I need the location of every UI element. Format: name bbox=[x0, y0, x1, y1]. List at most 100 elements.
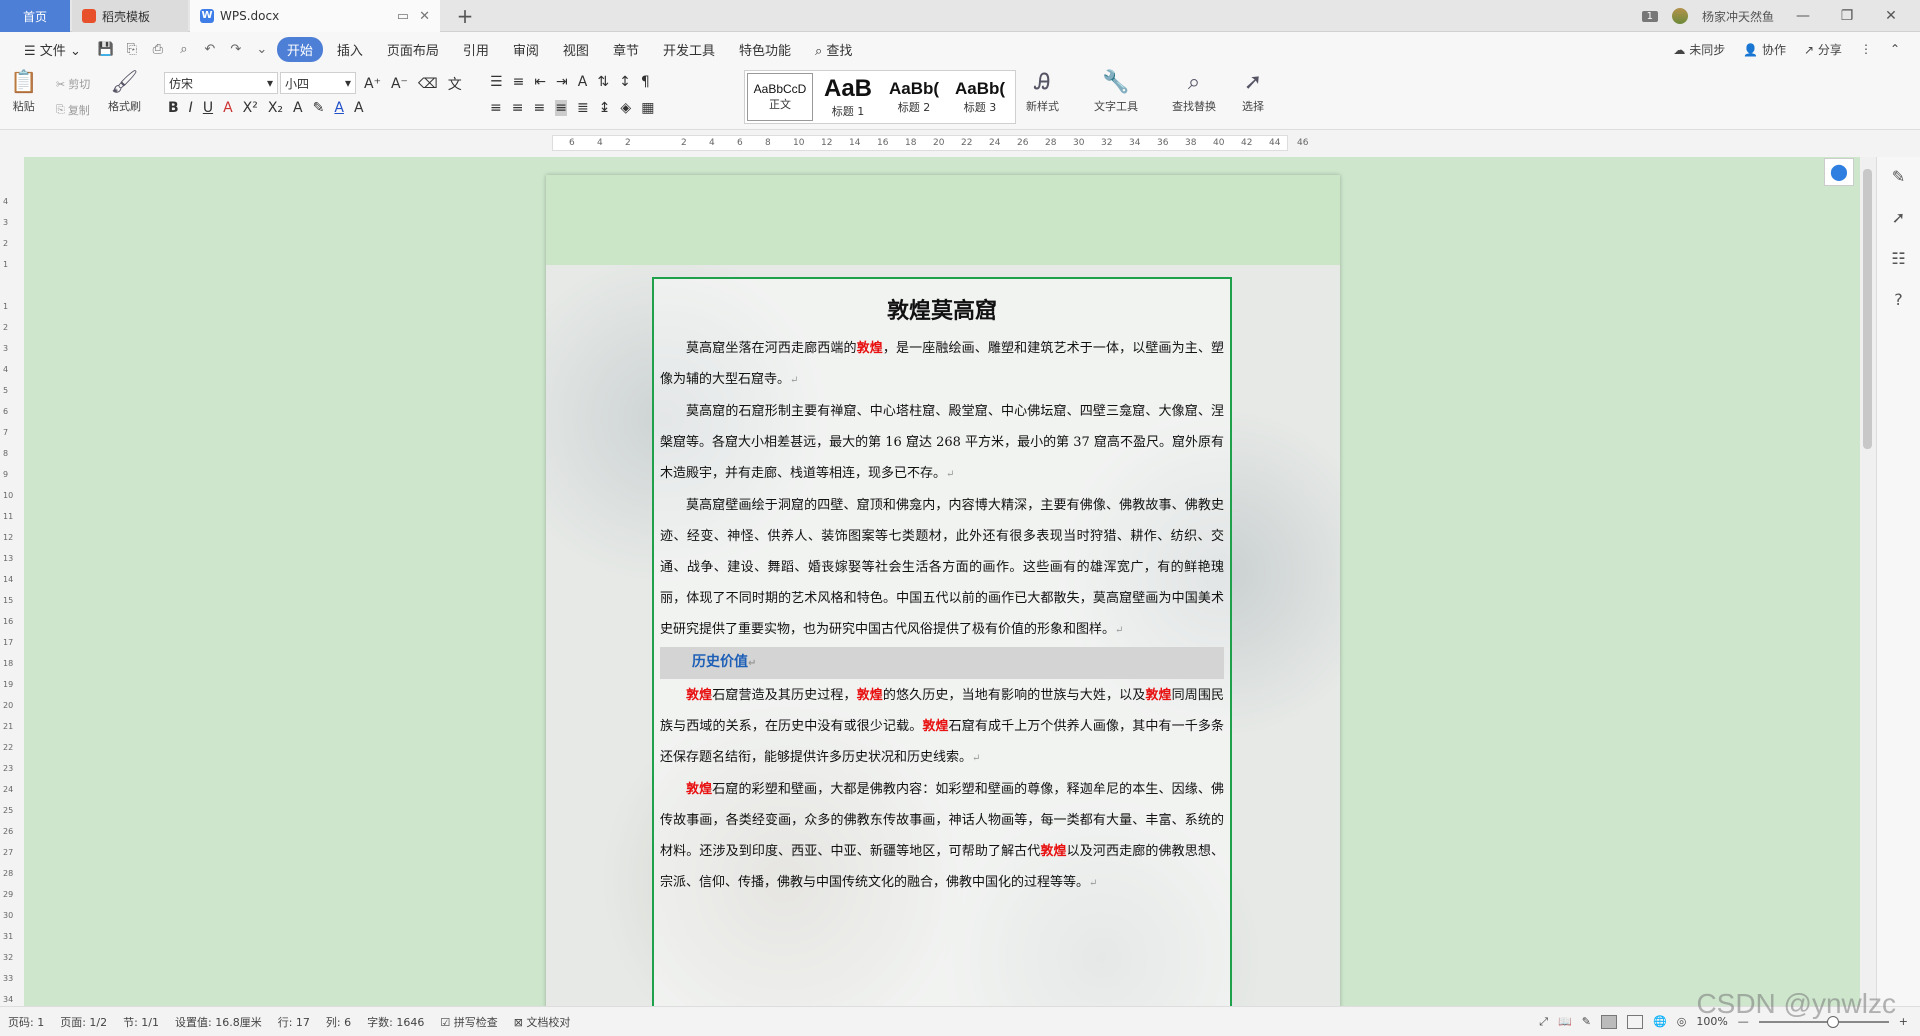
page-view-icon[interactable] bbox=[1601, 1014, 1618, 1029]
text-tools-button[interactable]: 🔧 文字工具 bbox=[1094, 68, 1138, 114]
align-center-icon[interactable]: ≡ bbox=[512, 100, 524, 116]
line-spacing-icon[interactable]: ↕ bbox=[619, 74, 631, 90]
text-effect-icon[interactable]: A bbox=[293, 100, 303, 116]
save-icon[interactable]: 💾 bbox=[95, 42, 117, 57]
file-menu[interactable]: ☰ 文件 ⌄ bbox=[14, 37, 91, 62]
bold-icon[interactable]: B bbox=[168, 100, 179, 116]
align-left-icon[interactable]: ≡ bbox=[490, 100, 502, 116]
find-replace-button[interactable]: ⌕ 查找替换 bbox=[1172, 68, 1216, 114]
border-icon[interactable]: ▦ bbox=[641, 100, 654, 116]
style-heading-3[interactable]: AaBb( 标题 3 bbox=[947, 71, 1013, 123]
scroll-thumb[interactable] bbox=[1863, 169, 1872, 449]
fullscreen-icon[interactable]: ⤢ bbox=[1539, 1015, 1548, 1029]
document-canvas[interactable]: 敦煌莫高窟 莫高窟坐落在河西走廊西端的敦煌，是一座融绘画、雕塑和建筑艺术于一体，… bbox=[24, 157, 1860, 1006]
web-view-icon[interactable]: 🌐 bbox=[1653, 1015, 1667, 1028]
collab-button[interactable]: 👤 协作 bbox=[1743, 41, 1786, 58]
status-page-code[interactable]: 页码: 1 bbox=[8, 1014, 44, 1030]
menu-dev-tools[interactable]: 开发工具 bbox=[653, 37, 725, 62]
strikethrough-icon[interactable]: A bbox=[223, 100, 233, 116]
menu-special[interactable]: 特色功能 bbox=[729, 37, 801, 62]
spell-check-button[interactable]: ☑ 拼写检查 bbox=[440, 1014, 497, 1030]
italic-icon[interactable]: I bbox=[189, 100, 193, 116]
new-style-button[interactable]: Ꭿ 新样式 bbox=[1026, 68, 1059, 114]
edit-mode-icon[interactable]: ✎ bbox=[1582, 1015, 1591, 1028]
status-section[interactable]: 节: 1/1 bbox=[123, 1014, 159, 1030]
align-right-icon[interactable]: ≡ bbox=[533, 100, 545, 116]
undo-icon[interactable]: ↶ bbox=[199, 42, 221, 57]
paragraph-spacing-icon[interactable]: ↨ bbox=[599, 100, 611, 116]
menu-page-layout[interactable]: 页面布局 bbox=[377, 37, 449, 62]
paragraph-history[interactable]: 敦煌石窟营造及其历史过程，敦煌的悠久历史，当地有影响的世族与大姓，以及敦煌同周围… bbox=[660, 680, 1224, 774]
share-button[interactable]: ↗ 分享 bbox=[1804, 41, 1842, 58]
vertical-ruler[interactable]: 4 3 2 1 1 2 3 4 5 6 7 8 9 10 11 12 13 14 15 16 17 18 19 20 21 22 2… bbox=[0, 157, 24, 1006]
zoom-slider[interactable] bbox=[1758, 1015, 1889, 1028]
phonetic-icon[interactable]: 文 bbox=[448, 74, 462, 94]
font-name-select[interactable]: 仿宋 ▾ bbox=[164, 72, 278, 94]
menu-chapter[interactable]: 章节 bbox=[603, 37, 649, 62]
sort-icon[interactable]: ⇅ bbox=[597, 74, 609, 90]
cut-button[interactable]: ✂ 剪切 bbox=[56, 76, 90, 92]
paragraph-murals[interactable]: 莫高窟壁画绘于洞窟的四壁、窟顶和佛龛内，内容博大精深，主要有佛像、佛教故事、佛教… bbox=[660, 490, 1224, 646]
status-row[interactable]: 行: 17 bbox=[278, 1014, 310, 1030]
pen-icon[interactable]: ✎ bbox=[1892, 167, 1905, 186]
export-icon[interactable]: ⎘ bbox=[121, 42, 143, 57]
read-mode-icon[interactable]: 📖 bbox=[1558, 1015, 1572, 1028]
char-style-icon[interactable]: A bbox=[578, 74, 588, 90]
status-col[interactable]: 列: 6 bbox=[326, 1014, 351, 1030]
subscript-icon[interactable]: X₂ bbox=[268, 100, 283, 116]
float-window-icon[interactable]: ▭ bbox=[397, 9, 409, 24]
content-frame[interactable]: 敦煌莫高窟 莫高窟坐落在河西走廊西端的敦煌，是一座融绘画、雕塑和建筑艺术于一体，… bbox=[652, 277, 1232, 1006]
font-size-select[interactable]: 小四 ▾ bbox=[280, 72, 356, 94]
customize-dropdown-icon[interactable]: ⌄ bbox=[251, 42, 273, 57]
collapse-ribbon-icon[interactable]: ⌃ bbox=[1890, 42, 1900, 56]
print-icon[interactable]: ⎙ bbox=[147, 42, 169, 57]
format-painter-button[interactable]: 🖌 格式刷 bbox=[108, 68, 141, 114]
clear-format-icon[interactable]: ⌫ bbox=[418, 76, 438, 92]
char-shading-icon[interactable]: A bbox=[354, 100, 364, 116]
paragraph-cave-forms[interactable]: 莫高窟的石窟形制主要有禅窟、中心塔柱窟、殿堂窟、中心佛坛窟、四壁三龛窟、大像窟、… bbox=[660, 396, 1224, 490]
page-header-area[interactable] bbox=[546, 175, 1340, 265]
minimize-button[interactable]: — bbox=[1788, 8, 1818, 24]
tab-document[interactable]: W WPS.docx ▭ ✕ bbox=[190, 0, 440, 32]
settings-sliders-icon[interactable]: ☷ bbox=[1891, 249, 1905, 268]
bullet-list-icon[interactable]: ☰ bbox=[490, 74, 503, 90]
close-tab-icon[interactable]: ✕ bbox=[419, 9, 430, 24]
zoom-in-icon[interactable]: + bbox=[1899, 1015, 1908, 1028]
status-word-count[interactable]: 字数: 1646 bbox=[367, 1014, 424, 1030]
more-icon[interactable]: ⋮ bbox=[1860, 42, 1872, 56]
superscript-icon[interactable]: X² bbox=[243, 100, 258, 116]
decrease-indent-icon[interactable]: ⇤ bbox=[534, 74, 546, 90]
user-name[interactable]: 杨家冲天然鱼 bbox=[1702, 8, 1774, 25]
search-button[interactable]: ⌕ 查找 bbox=[805, 37, 862, 62]
doc-check-button[interactable]: ⊠ 文档校对 bbox=[514, 1014, 571, 1030]
paragraph-buddhism[interactable]: 敦煌石窟的彩塑和壁画，大都是佛教内容：如彩塑和壁画的尊像，释迦牟尼的本生、因缘、… bbox=[660, 774, 1224, 899]
style-normal[interactable]: AaBbCcD 正文 bbox=[747, 73, 813, 121]
style-heading-2[interactable]: AaBb( 标题 2 bbox=[881, 71, 947, 123]
distribute-icon[interactable]: ≣ bbox=[577, 100, 589, 116]
numbered-list-icon[interactable]: ≡ bbox=[513, 74, 525, 90]
document-page[interactable]: 敦煌莫高窟 莫高窟坐落在河西走廊西端的敦煌，是一座融绘画、雕塑和建筑艺术于一体，… bbox=[546, 175, 1340, 1006]
outline-view-icon[interactable] bbox=[1627, 1014, 1644, 1029]
highlight-icon[interactable]: ✎ bbox=[313, 100, 325, 116]
paragraph-intro[interactable]: 莫高窟坐落在河西走廊西端的敦煌，是一座融绘画、雕塑和建筑艺术于一体，以壁画为主、… bbox=[660, 333, 1224, 396]
menu-references[interactable]: 引用 bbox=[453, 37, 499, 62]
font-color-icon[interactable]: A bbox=[334, 100, 344, 116]
sync-button[interactable]: ☁ 未同步 bbox=[1673, 41, 1725, 58]
vertical-scrollbar[interactable] bbox=[1860, 157, 1876, 1006]
location-pin-icon[interactable]: ⬤ bbox=[1824, 158, 1854, 186]
justify-icon[interactable]: ≡ bbox=[555, 100, 567, 116]
eye-protect-icon[interactable]: ◎ bbox=[1677, 1015, 1687, 1028]
grow-font-icon[interactable]: A⁺ bbox=[364, 76, 381, 92]
shading-icon[interactable]: ◈ bbox=[620, 100, 631, 116]
style-heading-1[interactable]: AaB 标题 1 bbox=[815, 71, 881, 123]
section-heading-history[interactable]: 历史价值↵ bbox=[660, 647, 1224, 679]
document-title[interactable]: 敦煌莫高窟 bbox=[660, 293, 1224, 325]
menu-insert[interactable]: 插入 bbox=[327, 37, 373, 62]
new-tab-button[interactable]: + bbox=[450, 0, 480, 32]
pointer-icon[interactable]: ➚ bbox=[1892, 208, 1905, 227]
shrink-font-icon[interactable]: A⁻ bbox=[391, 76, 408, 92]
copy-button[interactable]: ⎘ 复制 bbox=[56, 102, 90, 118]
menu-review[interactable]: 审阅 bbox=[503, 37, 549, 62]
print-preview-icon[interactable]: ⌕ bbox=[173, 42, 195, 57]
paste-button[interactable]: 📋 粘贴 bbox=[10, 68, 37, 114]
